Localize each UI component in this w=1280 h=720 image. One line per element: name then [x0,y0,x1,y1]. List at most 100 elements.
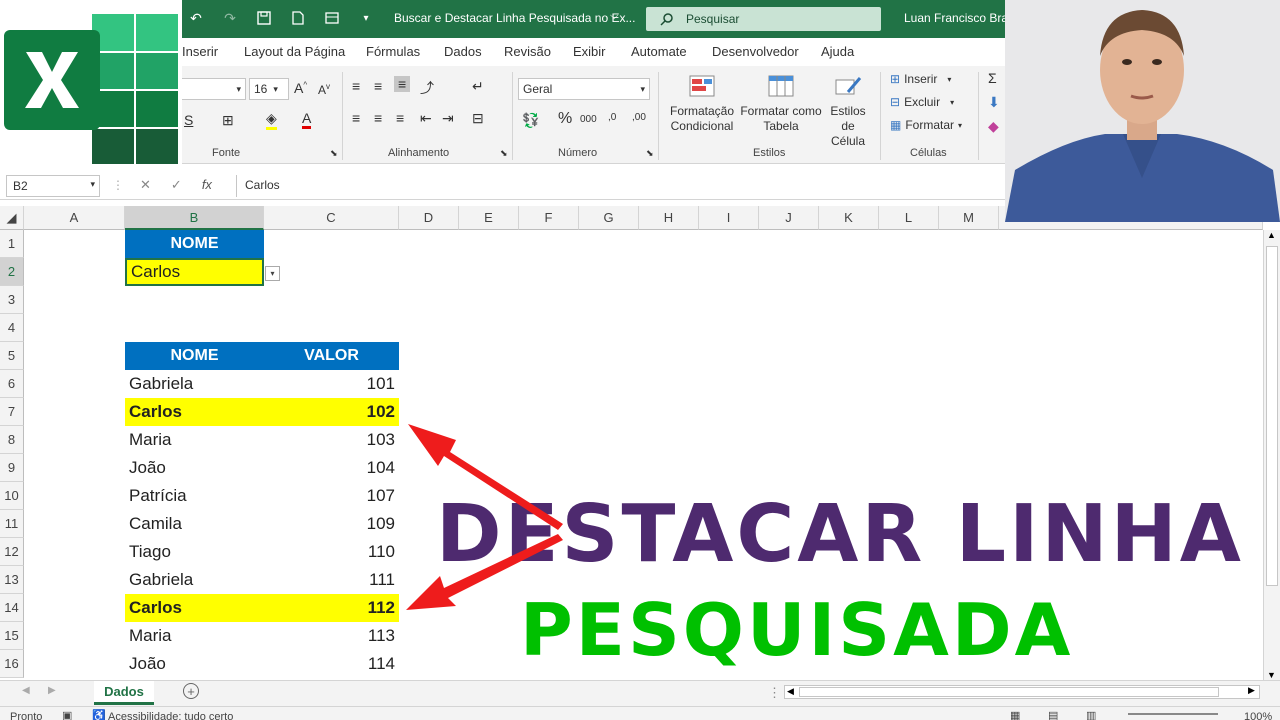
table-cell-name[interactable]: Patrícia [125,482,264,510]
table-cell-value[interactable]: 114 [264,650,399,678]
table-cell-name[interactable]: Tiago [125,538,264,566]
save-icon[interactable] [254,8,274,28]
scroll-right-icon[interactable]: ▶ [1248,685,1255,696]
table-header-value[interactable]: VALOR [264,342,399,370]
borders-icon[interactable]: ⊞ [222,112,234,129]
row-header[interactable]: 6 [0,370,24,398]
horizontal-scrollbar[interactable]: ◀ [784,685,1260,699]
tab-ajuda[interactable]: Ajuda [821,44,854,59]
scroll-thumb[interactable] [1266,246,1278,586]
validation-dropdown-button[interactable]: ▾ [265,266,280,281]
autosum-icon[interactable]: Σ [988,70,997,86]
add-sheet-icon[interactable]: + [183,683,199,699]
column-header[interactable]: C [264,206,399,230]
font-color-icon[interactable]: A [302,110,312,129]
increase-decimal-icon[interactable]: ,0 [608,112,616,123]
column-header[interactable]: B [125,206,264,230]
redo-icon[interactable]: ↷ [220,8,240,28]
table-cell-name[interactable]: Gabriela [125,370,264,398]
macro-record-icon[interactable]: ▣ [62,709,72,720]
row-header[interactable]: 4 [0,314,24,342]
format-cells-button[interactable]: ▦ Formatar ▾ [890,118,962,132]
row-header[interactable]: 12 [0,538,24,566]
tab-formulas[interactable]: Fórmulas [366,44,420,59]
accessibility-status[interactable]: Acessibilidade: tudo certo [108,711,233,720]
alignment-launcher-icon[interactable]: ⬊ [500,148,508,159]
table-cell-value[interactable]: 102 [264,398,399,426]
strikethrough-icon[interactable]: S [184,112,193,128]
spreadsheet-grid[interactable]: ◢ A B C D E F G H I J K L M 1 2 3 4 5 6 … [0,206,1263,678]
vertical-scrollbar[interactable]: ▲ ▼ [1263,230,1280,680]
column-header[interactable]: I [699,206,759,230]
table-cell-name[interactable]: Camila [125,510,264,538]
accessibility-icon[interactable]: ♿ [92,709,106,720]
table-cell-name[interactable]: Gabriela [125,566,264,594]
column-header[interactable]: H [639,206,699,230]
decrease-decimal-icon[interactable]: ,00 [632,112,646,123]
column-header[interactable]: G [579,206,639,230]
increase-indent-icon[interactable]: ⇥ [442,110,454,127]
column-header[interactable]: J [759,206,819,230]
table-cell-name[interactable]: João [125,454,264,482]
user-name[interactable]: Luan Francisco Braga [904,11,1021,25]
table-cell-value[interactable]: 104 [264,454,399,482]
align-right-icon[interactable]: ≡ [396,110,404,126]
select-all-corner[interactable]: ◢ [0,206,24,230]
row-header[interactable]: 15 [0,622,24,650]
align-left-icon[interactable]: ≡ [352,110,360,126]
cancel-icon[interactable]: ✕ [140,177,151,193]
font-size-dropdown[interactable]: 16 ▾ [249,78,289,100]
column-header[interactable]: K [819,206,879,230]
sheet-tab-dados[interactable]: Dados [94,681,154,705]
new-file-icon[interactable] [288,8,308,28]
delete-cells-button[interactable]: ⊟ Excluir ▾ [890,95,954,109]
table-cell-name[interactable]: João [125,650,264,678]
search-box[interactable]: Pesquisar [646,7,881,31]
page-break-icon[interactable]: ▥ [1086,709,1096,720]
align-center-icon[interactable]: ≡ [374,110,382,126]
align-bottom-icon[interactable]: ≡ [394,76,411,92]
table-cell-value[interactable]: 113 [264,622,399,650]
undo-icon[interactable]: ↶ [186,8,206,28]
prev-sheet-icon[interactable]: ◀ [22,685,30,696]
column-header[interactable]: D [399,206,459,230]
title-dropdown-icon[interactable]: ⌵ [610,10,618,23]
grow-font-icon[interactable]: A^ [294,80,307,96]
split-handle-icon[interactable]: ⋮ [768,685,781,701]
row-header[interactable]: 1 [0,230,24,258]
row-header[interactable]: 7 [0,398,24,426]
shrink-font-icon[interactable]: Av [318,82,330,97]
search-input-cell[interactable]: Carlos [125,258,264,286]
search-header-cell[interactable]: NOME [125,230,264,258]
column-header[interactable]: A [24,206,125,230]
row-header[interactable]: 16 [0,650,24,678]
row-header[interactable]: 5 [0,342,24,370]
customize-qat-icon[interactable]: ▾ [356,8,376,28]
tab-inserir[interactable]: Inserir [182,44,218,59]
tab-desenvolvedor[interactable]: Desenvolvedor [712,44,799,59]
row-header[interactable]: 3 [0,286,24,314]
fill-icon[interactable]: ⬇ [988,94,1000,111]
currency-icon[interactable]: 💱 [522,112,539,129]
table-cell-value[interactable]: 109 [264,510,399,538]
orientation-icon[interactable]: ⤴ [420,78,434,98]
row-header[interactable]: 8 [0,426,24,454]
row-header[interactable]: 14 [0,594,24,622]
table-cell-name[interactable]: Carlos [125,594,264,622]
align-middle-icon[interactable]: ≡ [374,78,382,94]
column-header[interactable]: E [459,206,519,230]
merge-center-icon[interactable]: ⊟ [472,110,484,127]
percent-icon[interactable]: % [558,110,572,128]
zoom-slider[interactable] [1128,713,1218,715]
clear-icon[interactable]: ◆ [988,118,999,135]
zoom-level[interactable]: 100% [1244,711,1272,720]
table-cell-value[interactable]: 111 [264,566,399,594]
row-header[interactable]: 10 [0,482,24,510]
page-layout-icon[interactable]: ▤ [1048,709,1058,720]
scroll-left-icon[interactable]: ◀ [787,686,794,697]
number-format-dropdown[interactable]: Geral ▾ [518,78,650,100]
table-cell-name[interactable]: Maria [125,426,264,454]
scroll-up-icon[interactable]: ▲ [1267,230,1276,240]
cell-styles-button[interactable]: Estilos de Célula [822,74,874,149]
column-header[interactable]: F [519,206,579,230]
